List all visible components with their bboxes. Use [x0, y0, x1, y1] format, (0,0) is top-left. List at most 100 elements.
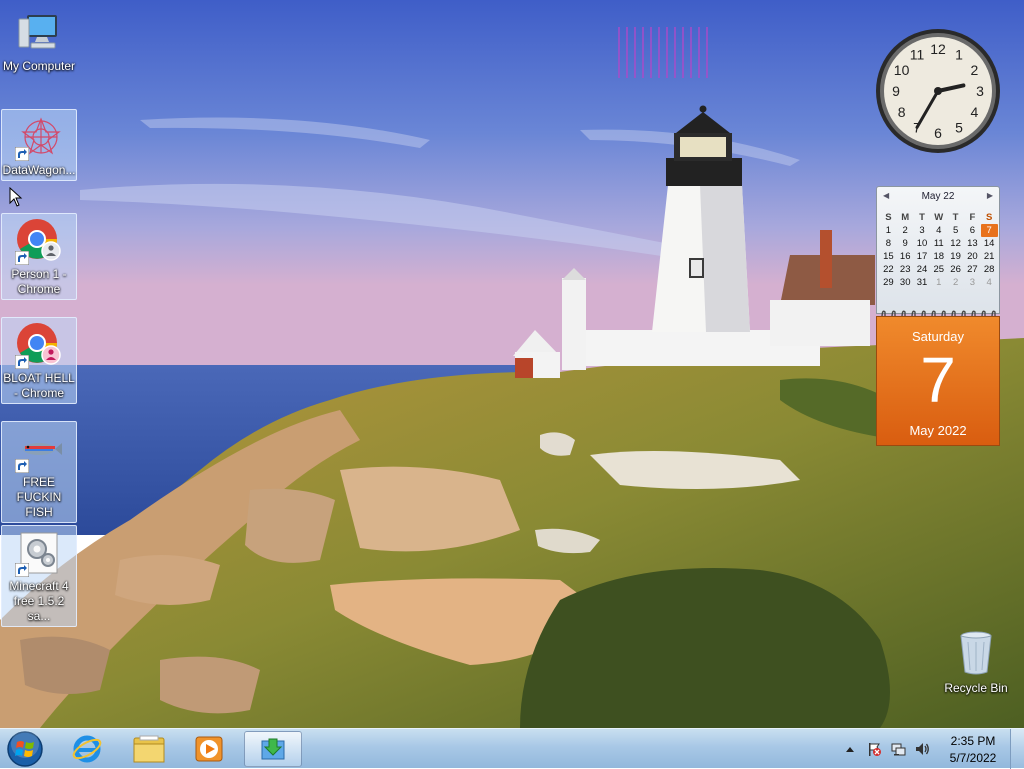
action-center-flag-icon[interactable]	[866, 741, 882, 757]
media-player-icon	[195, 736, 223, 762]
desktop-icon-label: DataWagon...	[2, 163, 76, 177]
network-icon[interactable]	[890, 741, 906, 757]
calendar-day-cell[interactable]: 8	[880, 237, 897, 250]
datawagon-icon	[15, 113, 63, 161]
show-hidden-icons-icon[interactable]	[844, 743, 856, 755]
calendar-weekday-header: S	[885, 212, 892, 223]
calendar-day-cell[interactable]: 24	[914, 263, 931, 276]
mouse-pointer-icon	[9, 187, 23, 207]
clock-numeral: 2	[971, 62, 979, 78]
calendar-day-cell[interactable]: 10	[914, 237, 931, 250]
calendar-day-cell[interactable]: 12	[947, 237, 964, 250]
calendar-month-year: May 2022	[909, 423, 967, 438]
calendar-day-cell[interactable]: 7	[980, 224, 998, 237]
desktop-icon-label: FREE FUCKIN FISH	[16, 475, 62, 519]
calendar-day-cell[interactable]: 2	[947, 276, 964, 289]
clock-gadget[interactable]: 121234567891011	[874, 27, 1002, 155]
calendar-weekday-header: W	[934, 212, 944, 223]
calendar-day-number: 7	[920, 344, 956, 416]
clock-numeral: 3	[976, 83, 984, 99]
calendar-weekday-header: S	[986, 212, 993, 223]
calendar-day-cell[interactable]: 23	[897, 263, 914, 276]
volume-icon[interactable]	[914, 741, 930, 757]
clock-numeral: 5	[955, 119, 963, 135]
calendar-day-page: Saturday 7 May 2022	[876, 316, 1000, 446]
installer-icon	[15, 529, 63, 577]
calendar-day-cell[interactable]: 1	[880, 224, 897, 237]
calendar-day-cell[interactable]: 28	[981, 263, 998, 276]
calendar-day-cell[interactable]: 6	[964, 224, 981, 237]
clock-numeral: 12	[930, 41, 946, 57]
calendar-day-name: Saturday	[911, 329, 965, 344]
taskbar-clock-time[interactable]: 2:35 PM	[944, 734, 1002, 748]
calendar-weekday-header: M	[901, 212, 910, 223]
chrome-icon	[15, 321, 63, 369]
calendar-day-cell[interactable]: 2	[897, 224, 914, 237]
start-button[interactable]	[6, 730, 44, 768]
desktop-icon-recycle-bin[interactable]: Recycle Bin	[940, 630, 1012, 695]
calendar-weekday-header: F	[969, 212, 976, 223]
calendar-grid: S M T W T F S 1 2 3 4 5 6 7 8 9 10 11 12 13 14 15 16 17 18 19 20 21…	[880, 211, 998, 289]
clock-numeral: 10	[894, 62, 910, 78]
desktop-icon-label: My Computer	[2, 59, 76, 73]
calendar-day-cell[interactable]: 1	[930, 276, 947, 289]
clock-numeral: 4	[971, 104, 979, 120]
calendar-day-cell[interactable]: 25	[930, 263, 947, 276]
show-desktop-button[interactable]	[1010, 729, 1024, 769]
calendar-day-cell[interactable]: 9	[897, 237, 914, 250]
desktop-icon-label: BLOAT HELL - Chrome	[3, 371, 75, 400]
desktop-icon-label: Recycle Bin	[944, 681, 1008, 695]
clock-numeral: 8	[898, 104, 906, 120]
desktop-icon-my-computer[interactable]: My Computer	[1, 6, 77, 76]
calendar-day-cell[interactable]: 20	[964, 250, 981, 263]
taskbar-clock-date[interactable]: 5/7/2022	[944, 751, 1002, 765]
calendar-day-cell[interactable]: 3	[914, 224, 931, 237]
calendar-day-cell[interactable]: 3	[964, 276, 981, 289]
taskbar-file-explorer[interactable]	[122, 731, 176, 767]
calendar-day-cell[interactable]: 22	[880, 263, 897, 276]
taskbar-internet-explorer[interactable]	[60, 731, 114, 767]
calendar-day-cell[interactable]: 29	[880, 276, 897, 289]
calendar-day-cell[interactable]: 30	[897, 276, 914, 289]
calendar-day-cell[interactable]: 21	[981, 250, 998, 263]
desktop-icon-free-fish[interactable]: FREE FUCKIN FISH	[1, 421, 77, 523]
clock-numeral: 9	[892, 83, 900, 99]
internet-explorer-icon	[72, 735, 102, 763]
desktop-icon-label: Minecraft 4 free 1.5.2 sa...	[9, 579, 69, 623]
calendar-day-cell[interactable]: 17	[914, 250, 931, 263]
desktop-icon-datawagon[interactable]: DataWagon...	[1, 109, 77, 181]
calendar-day-cell[interactable]: 15	[880, 250, 897, 263]
calendar-day-cell[interactable]: 19	[947, 250, 964, 263]
calendar-next-month-icon[interactable]: ▶	[987, 191, 993, 200]
taskbar-active-window[interactable]	[244, 731, 302, 767]
calendar-day-cell[interactable]: 26	[947, 263, 964, 276]
calendar-day-cell[interactable]: 5	[947, 224, 964, 237]
calendar-day-cell[interactable]: 31	[914, 276, 931, 289]
calendar-month-title: May 22	[921, 191, 955, 202]
shortcut-arrow-icon	[15, 355, 29, 369]
computer-icon	[15, 9, 63, 57]
calendar-day-cell[interactable]: 14	[981, 237, 998, 250]
calendar-day-cell[interactable]: 4	[930, 224, 947, 237]
calendar-day-cell[interactable]: 11	[930, 237, 947, 250]
calendar-day-cell[interactable]: 18	[930, 250, 947, 263]
calendar-gadget[interactable]: ◀ May 22 ▶ S M T W T F S 1 2 3 4 5 6 7 8 9 10 11 12 13 14 15 1…	[876, 186, 1000, 446]
shortcut-arrow-icon	[15, 251, 29, 265]
calendar-day-cell[interactable]: 27	[964, 263, 981, 276]
recycle-bin-icon	[960, 631, 992, 675]
calendar-day-cell[interactable]: 4	[981, 276, 998, 289]
desktop-icon-minecraft-installer[interactable]: Minecraft 4 free 1.5.2 sa...	[1, 525, 77, 627]
file-explorer-icon	[133, 735, 165, 763]
taskbar-media-player[interactable]	[182, 731, 236, 767]
calendar-day-cell[interactable]: 13	[964, 237, 981, 250]
calendar-month-view: ◀ May 22 ▶ S M T W T F S 1 2 3 4 5 6 7 8 9 10 11 12 13 14 15 1…	[876, 186, 1000, 314]
desktop[interactable]: My Computer DataWagon... Person 1 - Chro…	[0, 0, 1024, 728]
shortcut-arrow-icon	[15, 459, 29, 473]
calendar-day-cell[interactable]: 16	[897, 250, 914, 263]
fish-icon	[15, 425, 63, 473]
clock-numeral: 1	[955, 47, 963, 63]
clock-numeral: 6	[934, 125, 942, 141]
desktop-icon-bloat-hell-chrome[interactable]: BLOAT HELL - Chrome	[1, 317, 77, 404]
desktop-icon-person1-chrome[interactable]: Person 1 - Chrome	[1, 213, 77, 300]
desktop-icon-label: Person 1 - Chrome	[11, 267, 67, 296]
